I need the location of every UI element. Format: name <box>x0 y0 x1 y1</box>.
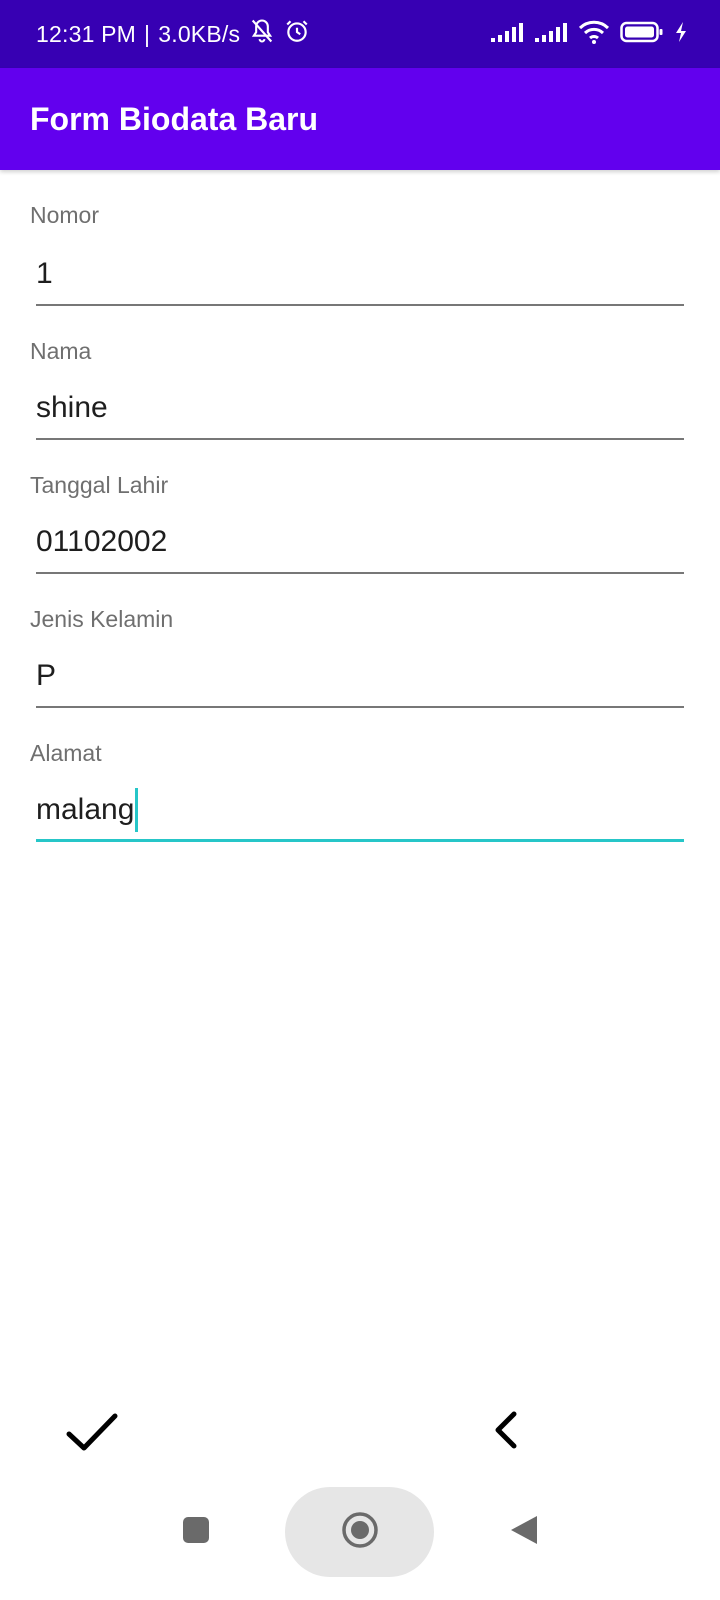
status-right <box>490 0 688 68</box>
tanggal-lahir-input[interactable]: 01102002 <box>36 512 684 574</box>
back-icon <box>509 1514 539 1551</box>
alamat-input[interactable]: malang <box>36 780 684 842</box>
bell-muted-icon <box>248 17 276 51</box>
app-bar: Form Biodata Baru <box>0 68 720 170</box>
field-label-nama: Nama <box>30 338 92 364</box>
nomor-input[interactable]: 1 <box>36 244 684 306</box>
battery-icon <box>620 20 664 49</box>
tanggal-lahir-value: 01102002 <box>36 525 168 558</box>
charging-icon <box>674 21 688 48</box>
status-left: 12:31 PM | 3.0KB/s <box>36 0 310 68</box>
status-time: 12:31 PM <box>36 20 137 47</box>
save-button[interactable] <box>52 1394 132 1474</box>
field-label-alamat: Alamat <box>30 740 102 766</box>
wifi-icon <box>578 19 610 50</box>
jenis-kelamin-value: P <box>36 659 57 692</box>
field-label-jenis-kelamin: Jenis Kelamin <box>30 606 174 632</box>
check-icon <box>65 1410 119 1459</box>
field-label-tanggal-lahir: Tanggal Lahir <box>30 472 169 498</box>
status-bar: 12:31 PM | 3.0KB/s <box>0 0 720 68</box>
alarm-icon <box>284 18 310 50</box>
field-label-nomor: Nomor <box>30 202 100 228</box>
nomor-value: 1 <box>36 257 53 290</box>
alamat-value: malang <box>36 792 135 826</box>
nav-back-button[interactable] <box>498 1506 550 1558</box>
app-title: Form Biodata Baru <box>30 100 319 137</box>
back-button[interactable] <box>466 1392 546 1472</box>
signal-icon <box>534 21 568 48</box>
home-button[interactable] <box>285 1487 434 1577</box>
nama-input[interactable]: shine <box>36 378 684 440</box>
network-speed: 3.0KB/s <box>158 20 241 47</box>
chevron-left-icon <box>492 1410 520 1455</box>
home-icon <box>340 1510 380 1555</box>
system-nav-bar <box>0 1487 720 1600</box>
recents-button[interactable] <box>170 1506 222 1558</box>
signal-icon <box>490 21 524 48</box>
text-cursor <box>135 787 139 832</box>
nama-value: shine <box>36 391 108 424</box>
recents-icon <box>182 1516 210 1549</box>
jenis-kelamin-input[interactable]: P <box>36 646 684 708</box>
status-separator: | <box>144 20 151 47</box>
